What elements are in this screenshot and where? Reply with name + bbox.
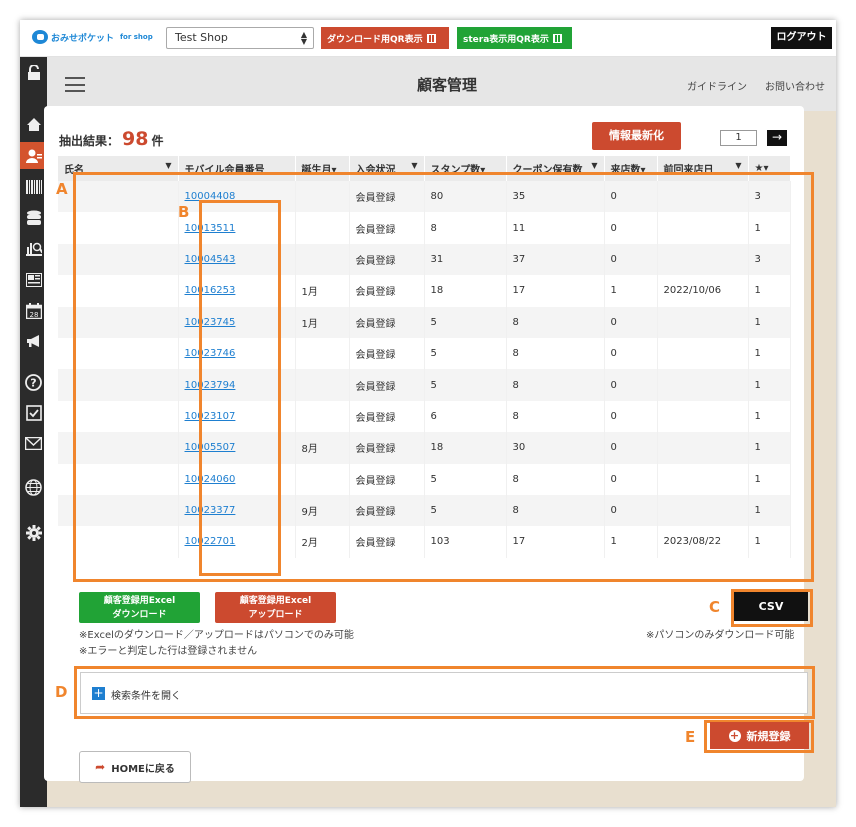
plus-circle-icon: +: [728, 728, 741, 742]
callout-b-box: [199, 200, 281, 576]
report-icon[interactable]: [24, 239, 43, 258]
help-icon[interactable]: ?: [24, 373, 43, 392]
shop-select[interactable]: Test Shop ▲ ▼: [166, 27, 314, 49]
home-button-label: HOMEに戻る: [111, 763, 175, 775]
excel-upload-line1: 顧客登録用Excel: [239, 596, 312, 606]
result-label: 抽出結果：: [59, 134, 120, 148]
customer-icon[interactable]: [24, 146, 43, 165]
stera-qr-label: stera表示用QR表示: [463, 34, 549, 45]
excel-download-line2: ダウンロード: [112, 610, 167, 620]
qr-icon: [552, 33, 562, 43]
qr-icon: [426, 33, 436, 43]
news-icon[interactable]: [24, 270, 43, 289]
calendar-day: 28: [29, 311, 38, 319]
calendar-icon[interactable]: 28: [24, 301, 43, 320]
callout-c-label: C: [709, 598, 721, 616]
result-unit: 件: [151, 134, 164, 148]
result-count: 抽出結果： 98 件: [59, 128, 163, 150]
callout-e-label: E: [685, 728, 696, 746]
logo-icon: [32, 30, 48, 44]
top-bar: おみせポケット for shop Test Shop ▲ ▼ ダウンロード用QR表…: [20, 20, 836, 57]
csv-note: ※パソコンのみダウンロード可能: [646, 630, 795, 641]
app-logo[interactable]: おみせポケット for shop: [32, 30, 153, 44]
globe-icon[interactable]: [24, 478, 43, 497]
contact-link[interactable]: お問い合わせ: [765, 78, 825, 93]
sort-triangle-icon: ▼: [591, 161, 598, 170]
home-button[interactable]: ➦ HOMEに戻る: [79, 751, 191, 783]
barcode-icon[interactable]: [24, 177, 43, 196]
checklist-icon[interactable]: [24, 403, 43, 422]
sort-triangle-icon: ▼: [411, 161, 418, 170]
database-icon[interactable]: [24, 208, 43, 227]
page-1-button[interactable]: 1: [720, 130, 757, 146]
select-arrows-icon: ▲ ▼: [300, 30, 307, 46]
search-toggle[interactable]: + 検索条件を開く: [80, 672, 808, 714]
search-toggle-label: 検索条件を開く: [111, 691, 181, 702]
download-qr-label: ダウンロード用QR表示: [327, 34, 423, 45]
svg-text:?: ?: [30, 377, 36, 390]
excel-download-line1: 顧客登録用Excel: [103, 596, 176, 606]
back-arrow-icon: ➦: [95, 760, 106, 774]
menu-icon[interactable]: [65, 77, 85, 92]
mail-icon[interactable]: [24, 434, 43, 453]
excel-upload-line2: アップロード: [248, 610, 303, 620]
download-qr-button[interactable]: ダウンロード用QR表示: [321, 27, 449, 49]
new-registration-label: 新規登録: [746, 729, 791, 743]
logo-subtext: for shop: [120, 33, 153, 41]
callout-a-label: A: [56, 180, 68, 198]
guideline-link[interactable]: ガイドライン: [687, 78, 747, 93]
refresh-button[interactable]: 情報最新化: [592, 122, 681, 150]
next-page-button[interactable]: →: [767, 130, 787, 146]
logout-button[interactable]: ログアウト: [771, 27, 832, 49]
plus-icon: +: [92, 686, 105, 700]
error-note: ※エラーと判定した行は登録されません: [79, 646, 258, 657]
shop-select-value: Test Shop: [175, 31, 228, 44]
lock-icon[interactable]: [24, 63, 43, 82]
home-icon[interactable]: [24, 115, 43, 134]
callout-b-label: B: [178, 203, 190, 221]
excel-download-button[interactable]: 顧客登録用Excel ダウンロード: [79, 592, 200, 623]
result-number: 98: [122, 128, 149, 150]
callout-d-label: D: [55, 683, 68, 701]
settings-icon[interactable]: [24, 523, 43, 542]
page-title: 顧客管理: [416, 76, 477, 94]
logo-text: おみせポケット: [51, 33, 115, 44]
new-registration-button[interactable]: + 新規登録: [710, 722, 809, 749]
sort-triangle-icon: ▼: [165, 161, 172, 170]
csv-button[interactable]: CSV: [734, 592, 808, 621]
megaphone-icon[interactable]: [24, 331, 43, 350]
excel-note: ※Excelのダウンロード／アップロードはパソコンでのみ可能: [79, 630, 354, 641]
page-header: 顧客管理 ガイドライン お問い合わせ: [47, 57, 836, 111]
sidebar: 28 ?: [20, 57, 47, 807]
callout-a-box: [73, 172, 814, 582]
excel-upload-button[interactable]: 顧客登録用Excel アップロード: [215, 592, 336, 623]
stera-qr-button[interactable]: stera表示用QR表示: [457, 27, 572, 49]
sort-triangle-icon: ▼: [735, 161, 742, 170]
